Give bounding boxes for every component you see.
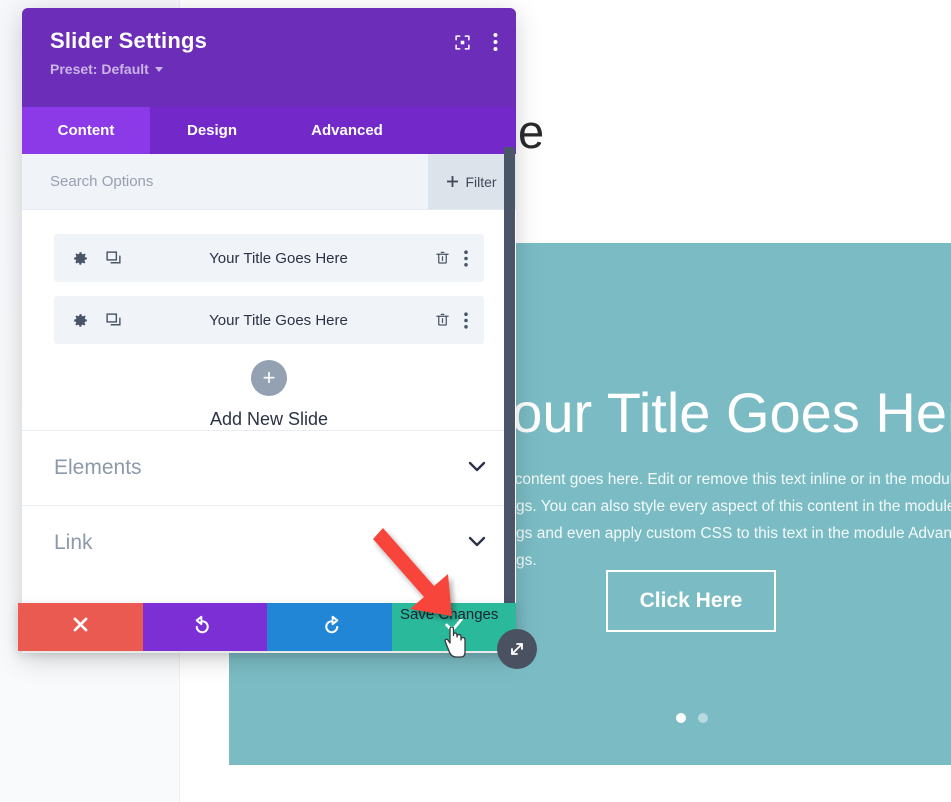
trash-icon[interactable] xyxy=(435,250,450,266)
add-new-slide-label: Add New Slide xyxy=(209,409,329,429)
more-vertical-icon[interactable] xyxy=(464,311,468,329)
slide-body-text: Your content goes here. Edit or remove t… xyxy=(479,471,951,569)
more-vertical-icon[interactable] xyxy=(493,32,498,52)
check-icon xyxy=(443,614,465,641)
screen: Home Page Your Title Goes Here Your cont… xyxy=(0,0,951,802)
slider-pagination[interactable] xyxy=(676,713,708,723)
search-input[interactable] xyxy=(22,154,428,209)
slide-row-actions-left xyxy=(72,312,122,329)
close-x-icon xyxy=(71,615,90,639)
slide-title: Your Title Goes Here xyxy=(209,249,348,267)
modal-action-bar xyxy=(18,603,516,651)
modal-title: Slider Settings xyxy=(50,28,208,53)
gear-icon[interactable] xyxy=(72,312,89,329)
slider-settings-modal: Slider Settings Preset: Default Content … xyxy=(22,8,516,653)
chevron-down-icon[interactable] xyxy=(468,459,486,477)
slide-row-actions-right xyxy=(435,311,468,329)
slide-title: Your Title Goes Here xyxy=(209,311,348,329)
gear-icon[interactable] xyxy=(72,250,89,267)
section-label: Elements xyxy=(54,456,142,479)
search-bar: Filter xyxy=(22,154,516,210)
slide-row-actions-right xyxy=(435,249,468,267)
discard-changes-button[interactable] xyxy=(18,603,143,651)
undo-icon xyxy=(194,614,216,641)
section-link[interactable]: Link xyxy=(22,505,516,580)
preset-selector[interactable]: Preset: Default xyxy=(50,61,163,77)
modal-scrollbar[interactable] xyxy=(504,147,515,617)
preset-label: Preset: Default xyxy=(50,61,149,77)
section-elements[interactable]: Elements xyxy=(22,430,516,505)
duplicate-icon[interactable] xyxy=(105,250,122,267)
more-vertical-icon[interactable] xyxy=(464,249,468,267)
tab-advanced[interactable]: Advanced xyxy=(274,107,420,154)
modal-tabs: Content Design Advanced xyxy=(22,107,516,154)
plus-icon xyxy=(447,176,459,187)
slide-row-actions-left xyxy=(72,250,122,267)
trash-icon[interactable] xyxy=(435,312,450,328)
slider-dot-1[interactable] xyxy=(676,713,686,723)
plus-icon[interactable]: + xyxy=(251,360,287,396)
section-label: Link xyxy=(54,531,93,554)
undo-button[interactable] xyxy=(142,603,267,651)
slider-dot-2[interactable] xyxy=(698,713,708,723)
slide-list: Your Title Goes Here Your Title Goes Her… xyxy=(22,210,516,430)
focus-target-icon[interactable] xyxy=(454,34,471,51)
resize-diagonal-icon[interactable] xyxy=(497,629,537,669)
duplicate-icon[interactable] xyxy=(105,312,122,329)
chevron-down-icon[interactable] xyxy=(468,534,486,552)
add-new-slide-button[interactable]: + Add New Slide xyxy=(54,360,484,430)
modal-header-icons xyxy=(454,32,498,52)
tab-design[interactable]: Design xyxy=(150,107,274,154)
redo-icon xyxy=(318,614,340,641)
slide-title: Your Title Goes Here xyxy=(479,381,951,444)
tab-content[interactable]: Content xyxy=(22,107,150,154)
table-row[interactable]: Your Title Goes Here xyxy=(54,234,484,282)
filter-button[interactable]: Filter xyxy=(428,154,516,209)
redo-button[interactable] xyxy=(267,603,392,651)
chevron-down-icon xyxy=(154,66,163,72)
table-row[interactable]: Your Title Goes Here xyxy=(54,296,484,344)
modal-header: Slider Settings Preset: Default xyxy=(22,8,516,107)
filter-label: Filter xyxy=(465,173,497,190)
slide-cta-button[interactable]: Click Here xyxy=(606,570,776,632)
modal-body: Your Title Goes Here Your Title Goes Her… xyxy=(22,210,516,653)
